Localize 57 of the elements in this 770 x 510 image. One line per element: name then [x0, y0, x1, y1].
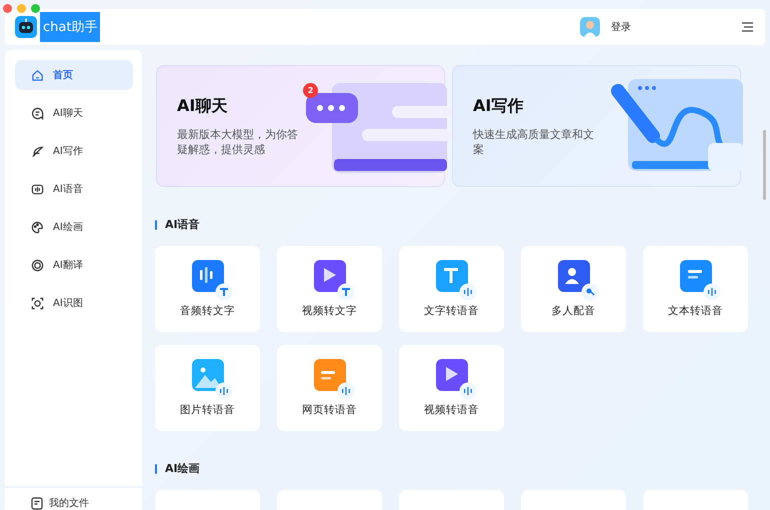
banner-title: AI写作 [473, 96, 524, 116]
tool-tile[interactable]: 音频转文字 [155, 246, 260, 332]
ring-icon [31, 258, 44, 272]
login-link[interactable]: 登录 [611, 20, 631, 34]
banner-title: AI聊天 [177, 96, 228, 116]
tool-tile[interactable]: 视频转文字 [277, 246, 382, 332]
tool-tile[interactable]: 视频转语音 [399, 345, 504, 431]
sidebar-item[interactable]: AI语音 [15, 174, 133, 204]
waveform-icon [31, 182, 44, 196]
chat-bubble-icon [31, 106, 44, 120]
tool-label: 图片转语音 [180, 403, 235, 417]
home-icon [31, 68, 44, 82]
feather-icon [31, 144, 44, 158]
sidebar-item[interactable]: 首页 [15, 60, 133, 90]
scan-icon [31, 296, 44, 310]
image-app-icon [192, 359, 234, 401]
tool-label: 网页转语音 [302, 403, 357, 417]
minimize-window-button[interactable] [17, 4, 26, 13]
letter-app-icon [436, 260, 478, 302]
tool-label: 视频转文字 [302, 304, 357, 318]
scrollbar-thumb[interactable] [763, 130, 766, 200]
my-files-link[interactable]: 我的文件 [15, 496, 89, 510]
tool-tile[interactable]: 文本转语音 [643, 246, 748, 332]
menu-icon[interactable] [742, 22, 753, 32]
sidebar-item[interactable]: AI翻译 [15, 250, 133, 280]
tool-tile[interactable]: 文字转语音 [399, 246, 504, 332]
palette-icon [31, 220, 44, 234]
app-name: chat助手 [40, 12, 100, 42]
sidebar-item[interactable]: AI写作 [15, 136, 133, 166]
sidebar-item[interactable]: AI绘画 [15, 212, 133, 242]
file-icon [31, 496, 43, 510]
document-app-icon [680, 260, 722, 302]
user-avatar[interactable] [580, 17, 600, 37]
feature-banner-card[interactable]: AI写作 快速生成高质量文章和文案 [452, 65, 741, 187]
tool-tile[interactable]: 图片转语音 [155, 345, 260, 431]
section-heading: AI语音 [165, 217, 200, 232]
tool-label: 多人配音 [552, 304, 596, 318]
sidebar-item[interactable]: AI聊天 [15, 98, 133, 128]
person-app-icon [558, 260, 600, 302]
banner-description: 快速生成高质量文章和文案 [473, 126, 595, 156]
tool-label: 音频转文字 [180, 304, 235, 318]
tool-label: 视频转语音 [424, 403, 479, 417]
sidebar-item[interactable]: AI识图 [15, 288, 133, 318]
play-app-icon [436, 359, 478, 401]
tool-label: 文字转语音 [424, 304, 479, 318]
maximize-window-button[interactable] [31, 4, 40, 13]
banner-description: 最新版本大模型，为你答疑解惑，提供灵感 [177, 126, 299, 156]
section-heading: AI绘画 [165, 461, 200, 476]
tool-tile[interactable]: 网页转语音 [277, 345, 382, 431]
close-window-button[interactable] [3, 4, 12, 13]
tool-tile[interactable]: 多人配音 [521, 246, 626, 332]
tool-label: 文本转语音 [668, 304, 723, 318]
notification-badge: 2 [303, 83, 318, 98]
play-app-icon [314, 260, 356, 302]
webpage-app-icon [314, 359, 356, 401]
robot-logo-icon [15, 16, 37, 38]
waveform-app-icon [192, 260, 234, 302]
